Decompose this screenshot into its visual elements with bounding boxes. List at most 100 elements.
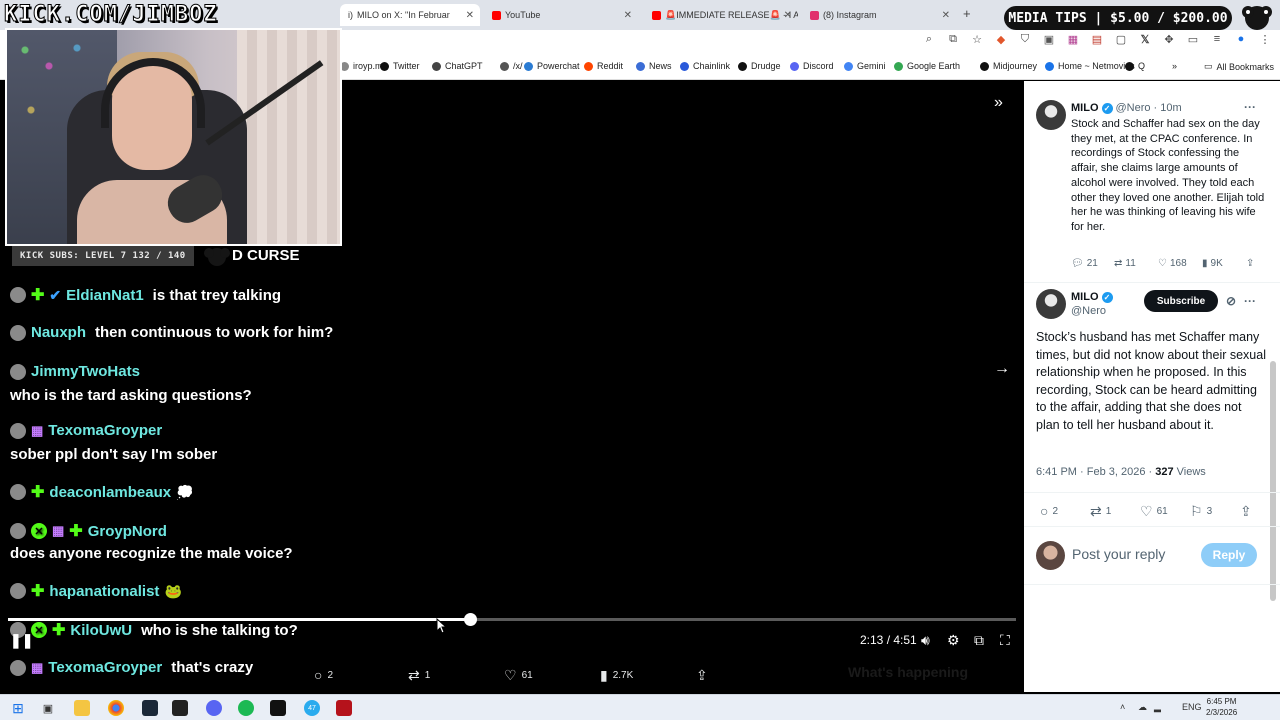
tab-immediate-release[interactable]: 🚨IMMEDIATE RELEASE🚨 - I A ✕ [644,4,798,26]
obs-icon[interactable] [336,700,352,716]
chrome-icon[interactable] [108,700,124,716]
video-like-count[interactable]: ♡ 61 [504,667,533,684]
video-share[interactable]: ⇪ [696,667,708,684]
reply-button[interactable]: Reply [1201,543,1257,567]
settings-icon[interactable]: ⚙ [947,632,960,649]
chat-username[interactable]: GroypNord [88,523,167,540]
fullscreen-icon[interactable]: ⛶ [1000,632,1010,649]
avatar[interactable] [1036,289,1066,319]
bookmark-earth[interactable]: Google Earth [894,61,960,71]
bookmark-count[interactable]: ⚐ 3 [1190,503,1212,520]
extension-icon[interactable]: ▣ [1042,33,1056,46]
sidepanel-icon[interactable]: ▭ [1186,33,1200,46]
all-bookmarks[interactable]: ▭ All Bookmarks [1204,61,1274,72]
app-icon[interactable] [270,700,286,716]
clock[interactable]: 6:45 PM 2/3/2026 [1206,696,1237,718]
spotify-icon[interactable] [238,700,254,716]
puzzle-icon[interactable]: ✥ [1162,33,1176,46]
language-indicator[interactable]: ENG [1182,702,1202,712]
chat-avatar[interactable] [10,583,26,599]
tab-instagram[interactable]: (8) Instagram ✕ [802,4,956,26]
view-count[interactable]: ▮ 9K [1202,258,1223,269]
chat-username[interactable]: Nauxph [31,324,86,341]
chat-avatar[interactable] [10,287,26,303]
pause-icon[interactable]: ❚❚ [10,632,33,649]
extension-icon[interactable]: ◆ [994,33,1008,46]
tweet-time[interactable]: 6:41 PM · Feb 3, 2026 · [1036,466,1152,478]
windows-start-icon[interactable]: ⊞ [10,700,26,716]
subscribe-button[interactable]: Subscribe [1144,290,1218,312]
reply-count[interactable]: ○ 2 [1040,503,1058,519]
star-icon[interactable]: ☆ [970,33,984,46]
tab-youtube[interactable]: YouTube ✕ [484,4,638,26]
extension-icon[interactable]: ▢ [1114,33,1128,46]
network-icon[interactable]: ▂ [1154,702,1161,713]
tray-chevron-icon[interactable]: ˄ [1120,702,1125,712]
bookmark-discord[interactable]: Discord [790,61,834,71]
telegram-icon[interactable]: 47 [304,700,320,716]
tweet-author[interactable]: MILO ✓ @Nero · 10m [1071,102,1182,114]
bookmark-q[interactable]: Q [1125,61,1145,71]
bookmark-gemini[interactable]: Gemini [844,61,886,71]
chat-username[interactable]: KiloUwU [70,622,132,639]
bookmark-news[interactable]: News [636,61,672,71]
scrollbar[interactable] [1270,361,1276,601]
collapse-panel-icon[interactable]: » [994,94,1003,112]
repost-count[interactable]: ⇄ 1 [1090,503,1111,520]
grok-icon[interactable]: ⊘ [1226,294,1236,308]
like-count[interactable]: ♡ 168 [1158,258,1187,269]
zoom-icon[interactable]: ⌕ [922,33,936,46]
chat-username[interactable]: EldianNat1 [66,287,144,304]
chevron-right-icon[interactable]: » [1172,61,1177,71]
chat-username[interactable]: TexomaGroyper [48,659,162,676]
close-icon[interactable]: ✕ [466,10,474,21]
task-view-icon[interactable]: ▣ [40,700,56,716]
chat-avatar[interactable] [10,324,26,341]
steam-icon[interactable] [142,700,158,716]
user-avatar[interactable] [1036,541,1065,570]
terminal-icon[interactable] [172,700,188,716]
more-icon[interactable]: ··· [1244,100,1256,114]
reply-input[interactable]: Post your reply [1072,546,1165,562]
chat-avatar[interactable] [10,659,26,676]
seek-bar[interactable] [8,613,1016,626]
share-icon[interactable]: ⇪ [1240,503,1252,520]
bookmark-board[interactable]: /x/ [500,61,523,71]
seek-handle[interactable] [464,613,477,626]
bookmark-midjourney[interactable]: Midjourney [980,61,1037,71]
extension-icon[interactable]: ▦ [1066,33,1080,46]
reply-count[interactable]: 💬︎ 21 [1071,258,1098,269]
video-reply-count[interactable]: ○ 2 [314,667,333,683]
bookmark-reddit[interactable]: Reddit [584,61,623,71]
menu-icon[interactable]: ≡ [1210,33,1224,46]
arrow-right-icon[interactable]: → [994,360,1010,378]
discord-icon[interactable] [206,700,222,716]
chat-avatar[interactable] [10,422,26,439]
chat-username[interactable]: deaconlambeaux [49,484,171,501]
avatar-icon[interactable]: ● [1234,33,1248,46]
video-view-count[interactable]: ▮ 2.7K [600,667,633,684]
avatar[interactable] [1036,100,1066,130]
pip-icon[interactable]: ⧉ [974,632,984,649]
chat-username[interactable]: TexomaGroyper [48,422,162,439]
chat-username[interactable]: JimmyTwoHats [31,363,140,380]
close-icon[interactable]: ✕ [624,10,632,21]
chat-username[interactable]: hapanationalist [49,583,159,600]
tweet-author[interactable]: MILO ✓ [1071,291,1113,303]
video-repost-count[interactable]: ⇄ 1 [408,667,430,684]
close-icon[interactable]: ✕ [942,10,950,21]
more-icon[interactable]: ⋮ [1258,33,1272,46]
chat-avatar[interactable] [10,484,26,500]
share-icon[interactable]: ⇪ [1246,258,1254,269]
chat-avatar[interactable] [10,363,26,380]
bookmark-drudge[interactable]: Drudge [738,61,781,71]
bookmark-powerchat[interactable]: Powerchat [524,61,580,71]
bookmark-chainlink[interactable]: Chainlink [680,61,730,71]
x-icon[interactable]: 𝕏 [1138,33,1152,46]
cast-icon[interactable]: ⧉ [946,33,960,46]
close-icon[interactable]: ✕ [784,10,792,21]
new-tab-button[interactable]: + [963,6,971,21]
chat-avatar[interactable] [10,523,26,539]
repost-count[interactable]: ⇄ 11 [1114,258,1136,269]
like-count[interactable]: ♡ 61 [1140,503,1168,520]
